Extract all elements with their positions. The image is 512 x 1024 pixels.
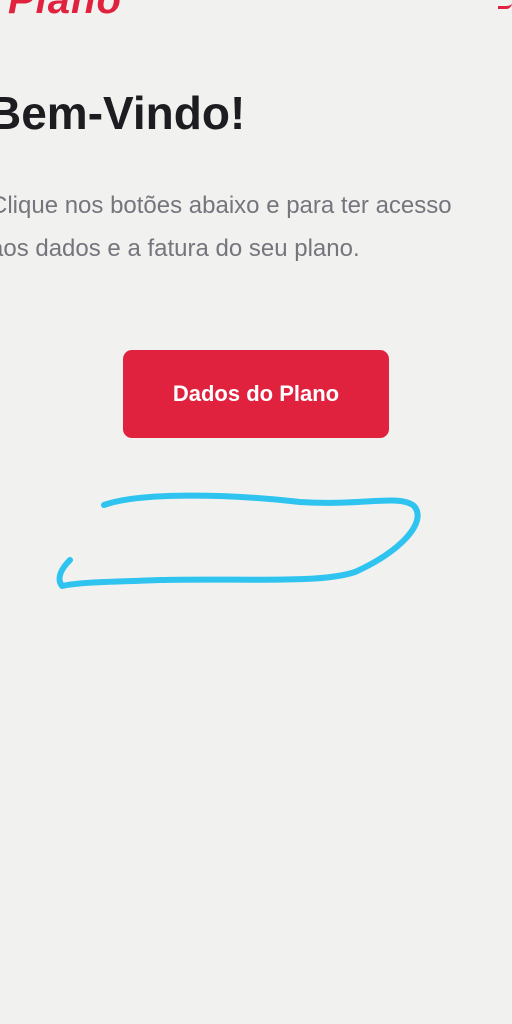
brand-logo-text: Plano <box>8 0 122 18</box>
scribble-annotation-icon <box>56 492 421 589</box>
corner-brand-mark <box>498 0 512 9</box>
scribble-stroke <box>56 492 421 589</box>
screen: Plano Bem-Vindo! Clique nos botões abaix… <box>0 0 512 1024</box>
welcome-subtitle-line-2: aos dados e a fatura do seu plano. <box>0 235 360 262</box>
welcome-subtitle: Clique nos botões abaixo e para ter aces… <box>0 184 512 270</box>
page-title: Bem-Vindo! <box>0 87 246 139</box>
welcome-subtitle-line-1: Clique nos botões abaixo e para ter aces… <box>0 192 452 219</box>
plan-data-button[interactable]: Dados do Plano <box>123 350 389 438</box>
brand-logo: Plano <box>0 0 150 18</box>
